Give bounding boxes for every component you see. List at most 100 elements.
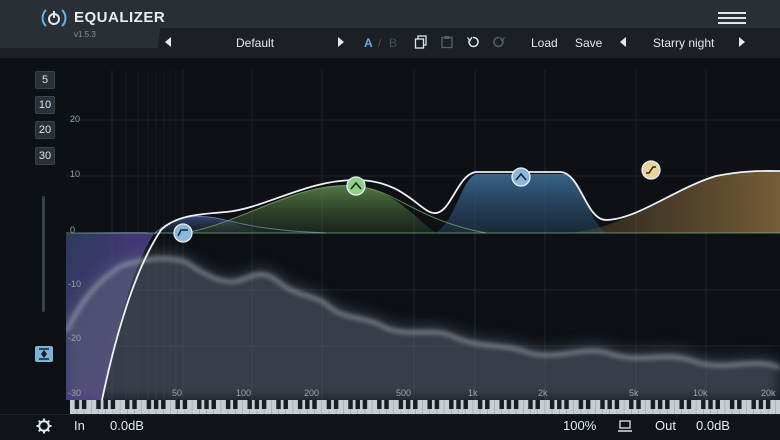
output-label: Out (655, 418, 676, 433)
black-key (485, 400, 490, 409)
black-key (708, 400, 713, 409)
band-node-3[interactable] (511, 167, 531, 187)
band-node-2[interactable] (346, 176, 366, 196)
black-key (751, 400, 756, 409)
freq-label: 10k (693, 388, 708, 398)
range-10-button[interactable]: 10 (35, 96, 55, 114)
paste-icon[interactable] (440, 35, 454, 49)
prev-style-arrow-icon[interactable] (620, 37, 626, 47)
black-key (456, 400, 461, 409)
next-style-arrow-icon[interactable] (739, 37, 745, 47)
copy-icon[interactable] (414, 35, 428, 49)
range-5-button[interactable]: 5 (35, 71, 55, 89)
logo: EQUALIZER v1.5.3 (0, 0, 165, 48)
black-key (506, 400, 512, 409)
black-key (557, 400, 562, 409)
freq-label: 1k (468, 388, 478, 398)
spectrum-analyzer (66, 252, 780, 400)
black-key (463, 400, 468, 409)
black-key (254, 400, 260, 409)
black-key (701, 400, 706, 409)
power-logo-icon (41, 9, 67, 27)
freq-label: 200 (304, 388, 320, 398)
load-button[interactable]: Load (531, 36, 558, 50)
black-key (499, 400, 504, 409)
range-30-button[interactable]: 30 (35, 147, 55, 165)
black-key (765, 400, 771, 409)
style-name[interactable]: Starry night (653, 36, 714, 50)
black-key (636, 400, 641, 409)
next-preset-arrow-icon[interactable] (338, 37, 344, 47)
black-key (535, 400, 540, 409)
db-label: -10 (68, 279, 82, 289)
settings-gear-icon[interactable] (36, 418, 52, 434)
piano-keyboard (70, 400, 780, 414)
black-key (549, 400, 555, 409)
app-title: EQUALIZER (74, 9, 166, 26)
black-key (737, 400, 742, 409)
black-key (153, 400, 159, 409)
black-key (384, 400, 389, 409)
black-key (161, 400, 166, 409)
range-20-button[interactable]: 20 (35, 121, 55, 139)
black-key (607, 400, 612, 409)
save-button[interactable]: Save (575, 36, 602, 50)
black-key (413, 400, 418, 409)
band-node-4[interactable] (641, 160, 661, 180)
black-key (146, 400, 152, 409)
undo-icon[interactable] (466, 35, 480, 49)
white-key (775, 400, 780, 414)
black-key (175, 400, 180, 409)
black-key (657, 400, 663, 409)
freq-label: 5k (629, 388, 639, 398)
black-key (211, 400, 216, 409)
black-key (348, 400, 353, 409)
black-key (96, 400, 101, 409)
ab-a-button[interactable]: A (364, 36, 373, 50)
input-gain-value[interactable]: 0.0dB (110, 418, 144, 433)
black-key (261, 400, 267, 409)
band-2-fill (176, 185, 436, 234)
freq-label: 20k (761, 388, 776, 398)
preset-name[interactable]: Default (236, 36, 274, 50)
black-key (377, 400, 382, 409)
black-key (434, 400, 440, 409)
top-bar: EQUALIZER v1.5.3 Default A / B Load Save… (0, 0, 780, 58)
black-key (477, 400, 483, 409)
redo-icon[interactable] (492, 35, 506, 49)
hamburger-menu-icon[interactable] (718, 12, 746, 26)
black-key (398, 400, 404, 409)
black-key (578, 400, 584, 409)
prev-preset-arrow-icon[interactable] (165, 37, 171, 47)
black-key (686, 400, 692, 409)
fit-range-button[interactable] (35, 346, 53, 362)
db-label: -20 (68, 333, 82, 343)
db-label: 0 (70, 225, 76, 235)
black-key (362, 400, 368, 409)
fit-range-icon (39, 348, 49, 360)
band-node-1[interactable] (173, 223, 193, 243)
freq-label: 2k (538, 388, 548, 398)
black-key (125, 400, 130, 409)
db-label: 10 (70, 169, 81, 179)
monitor-icon[interactable] (618, 420, 632, 432)
app-version: v1.5.3 (74, 30, 96, 39)
input-label: In (74, 418, 85, 433)
output-gain-value[interactable]: 0.0dB (696, 418, 730, 433)
black-key (679, 400, 684, 409)
black-key (233, 400, 238, 409)
black-key (283, 400, 288, 409)
ab-b-button[interactable]: B (389, 36, 397, 50)
black-key (629, 400, 634, 409)
black-key (297, 400, 303, 409)
black-key (326, 400, 332, 409)
eq-graph[interactable] (66, 70, 780, 400)
black-key (333, 400, 339, 409)
output-gain-slider[interactable] (42, 196, 45, 312)
black-key (715, 400, 720, 409)
black-key (449, 400, 454, 409)
black-key (247, 400, 252, 409)
zoom-level[interactable]: 100% (563, 418, 596, 433)
freq-label: 100 (236, 388, 252, 398)
black-key (564, 400, 569, 409)
